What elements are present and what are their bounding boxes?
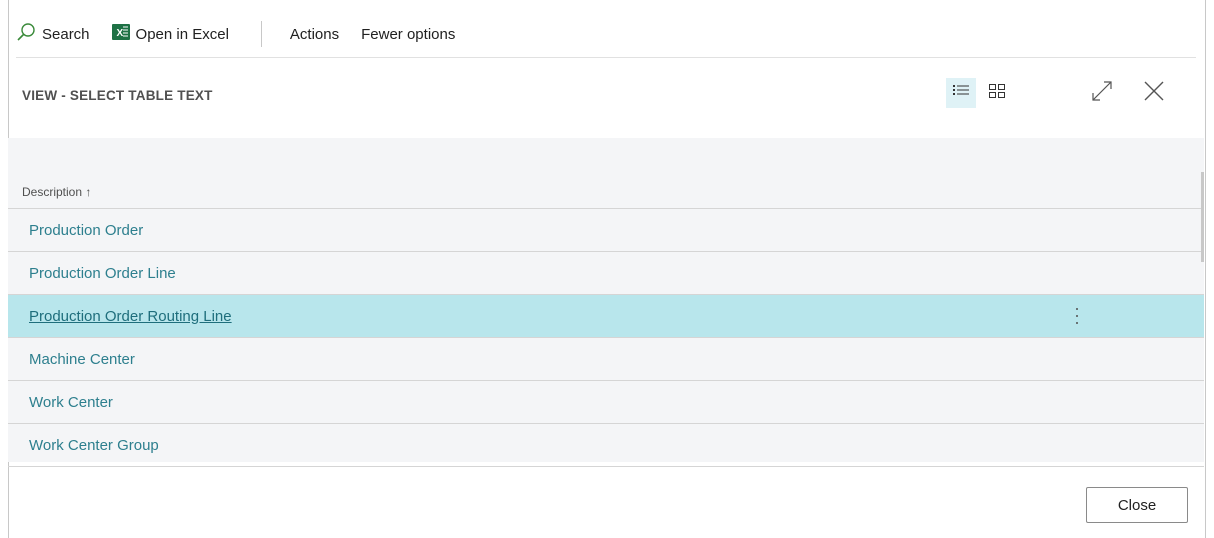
row-description[interactable]: Work Center Group [29,437,159,454]
window-controls [1087,78,1169,108]
row-description[interactable]: Work Center [29,394,113,411]
search-label: Search [42,25,90,43]
close-window-button[interactable] [1139,78,1169,108]
column-header-description[interactable]: Description ↑ [22,185,91,199]
row-description[interactable]: Machine Center [29,351,135,368]
grid-header: Description ↑ [8,176,1204,209]
tile-view-button[interactable] [982,78,1012,108]
close-icon [1143,80,1165,107]
open-in-excel-button[interactable]: X Open in Excel [111,23,229,45]
table-row[interactable]: Machine Center [8,338,1204,381]
page-title: VIEW - SELECT TABLE TEXT [22,88,213,103]
row-description[interactable]: Production Order Line [29,265,176,282]
table-row[interactable]: Production Order [8,209,1204,252]
actions-menu[interactable]: Actions [290,26,339,43]
close-button[interactable]: Close [1086,487,1188,523]
expand-icon [1090,79,1114,108]
svg-text:X: X [116,28,123,39]
expand-button[interactable] [1087,78,1117,108]
excel-icon: X [111,23,130,45]
table-row[interactable]: Work Center [8,381,1204,424]
separator [260,21,262,47]
more-icon[interactable] [1072,305,1082,327]
excel-label: Open in Excel [135,25,229,43]
column-header-label: Description [22,185,83,199]
search-button[interactable]: Search [16,22,90,46]
table-row-selected[interactable]: Production Order Routing Line [8,295,1204,338]
scrollbar[interactable] [1201,172,1204,262]
divider [16,57,1196,58]
view-toggle [946,78,1012,108]
data-grid: Description ↑ Production Order Productio… [8,138,1204,467]
actions-label: Actions [289,25,340,43]
row-description[interactable]: Production Order [29,222,143,239]
search-icon [16,22,36,46]
table-row[interactable]: Production Order Line [8,252,1204,295]
list-view-button[interactable] [946,78,976,108]
table-row[interactable]: Work Center Group [8,424,1204,467]
fewer-options-label: Fewer options [361,25,456,43]
tile-view-icon [989,83,1005,103]
fewer-options-button[interactable]: Fewer options [361,26,455,43]
action-bar: Search X Open in Excel Actions Fewer opt… [16,14,1196,54]
list-view-icon [953,84,969,103]
sort-ascending-icon: ↑ [85,185,92,199]
row-description[interactable]: Production Order Routing Line [29,308,232,325]
